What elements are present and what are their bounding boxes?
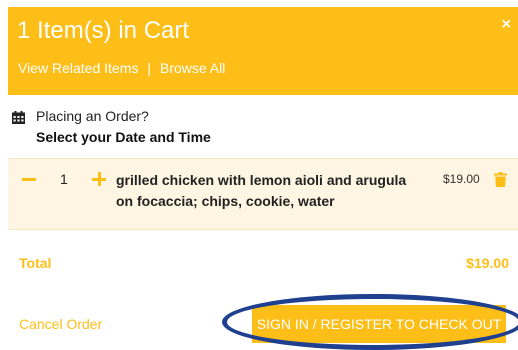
sign-in-checkout-button[interactable]: SIGN IN / REGISTER TO CHECK OUT bbox=[252, 305, 506, 343]
calendar-icon bbox=[12, 111, 25, 124]
browse-all-link[interactable]: Browse All bbox=[160, 60, 225, 76]
item-price: $19.00 bbox=[443, 172, 480, 186]
total-value: $19.00 bbox=[466, 255, 509, 271]
total-label: Total bbox=[19, 255, 52, 271]
placing-order-prompt: Placing an Order? bbox=[36, 108, 149, 124]
header-links: View Related Items | Browse All bbox=[18, 60, 225, 76]
increase-quantity-button[interactable] bbox=[92, 172, 106, 186]
cart-header: 1 Item(s) in Cart × View Related Items | B… bbox=[8, 7, 518, 95]
select-date-time-link[interactable]: Select your Date and Time bbox=[36, 129, 211, 145]
cart-title: 1 Item(s) in Cart bbox=[17, 17, 190, 44]
item-quantity: 1 bbox=[60, 171, 68, 187]
cart-item: 1 grilled chicken with lemon aioli and a… bbox=[8, 158, 518, 230]
minus-icon bbox=[22, 178, 36, 181]
view-related-items-link[interactable]: View Related Items bbox=[18, 60, 138, 76]
decrease-quantity-button[interactable] bbox=[18, 171, 40, 189]
link-separator: | bbox=[147, 60, 151, 76]
trash-icon[interactable] bbox=[494, 172, 507, 187]
item-name: grilled chicken with lemon aioli and aru… bbox=[116, 172, 407, 209]
close-icon[interactable]: × bbox=[502, 16, 511, 34]
cancel-order-link[interactable]: Cancel Order bbox=[19, 316, 102, 332]
cart-panel: 1 Item(s) in Cart × View Related Items | B… bbox=[0, 0, 518, 350]
